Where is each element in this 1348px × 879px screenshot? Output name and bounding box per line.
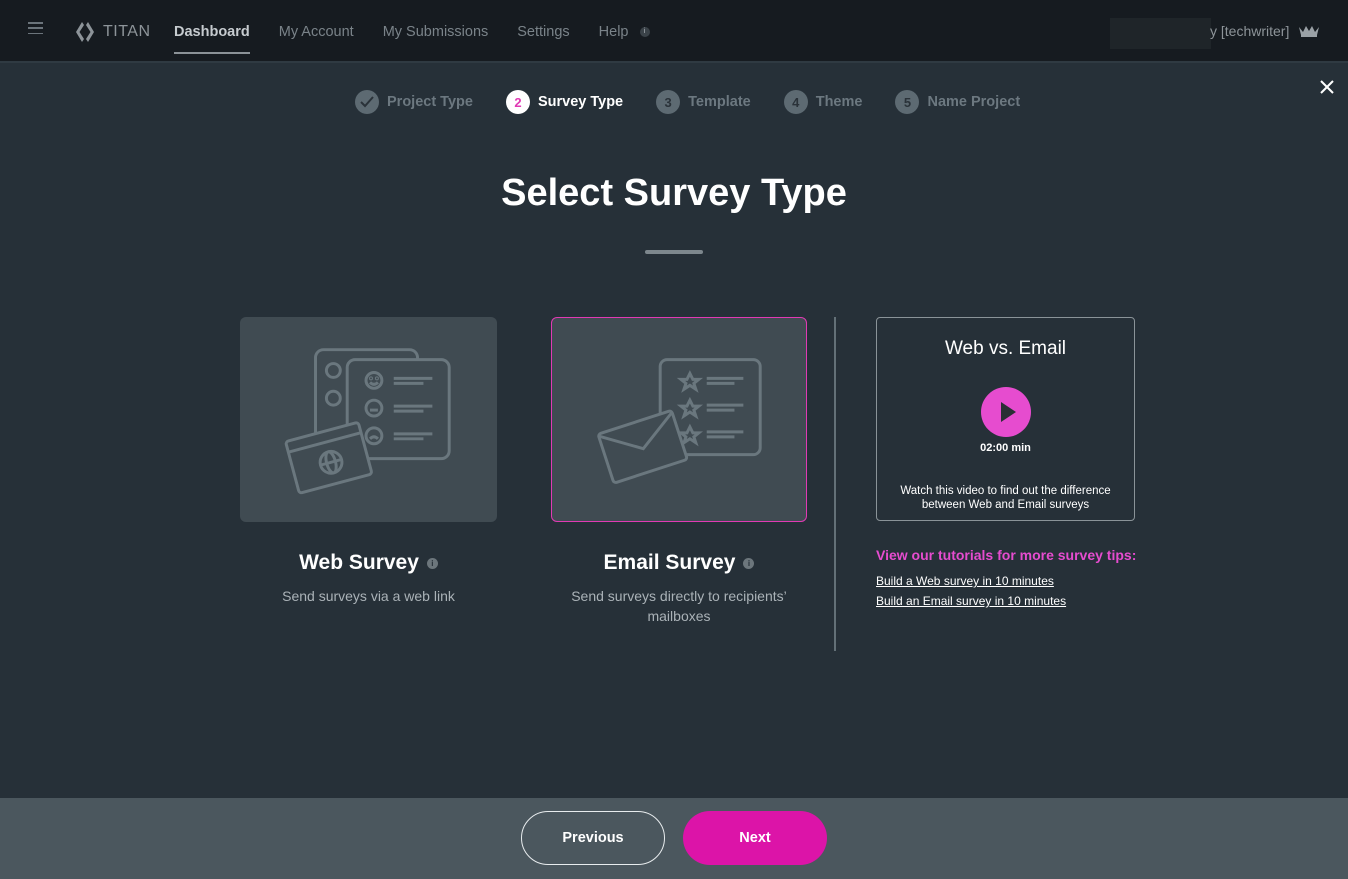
nav-dashboard-label: Dashboard [174,23,250,40]
nav-help[interactable]: Help i [599,0,650,63]
redacted-region [1110,18,1211,49]
play-icon[interactable] [981,387,1031,437]
step-template[interactable]: 3 Template [656,90,751,114]
titan-logo-icon [76,22,94,42]
step-name-project[interactable]: 5 Name Project [895,90,1020,114]
titan-logo[interactable]: TITAN [73,20,151,44]
title-divider [645,250,703,254]
info-icon[interactable]: i [743,557,755,569]
logo-text: TITAN [103,23,151,40]
wizard-footer: Previous Next [0,798,1348,879]
step-number: 5 [895,90,920,114]
email-survey-title: Email Survey i [551,551,807,575]
wizard-stepper: Project Type 2 Survey Type 3 Template 4 … [355,90,1053,114]
web-survey-title-text: Web Survey [299,551,419,574]
video-description: Watch this video to find out the differe… [900,485,1111,511]
top-navigation-bar: TITAN Dashboard My Account My Submission… [0,0,1348,63]
step-label: Survey Type [537,94,624,110]
step-number: 3 [656,90,681,114]
step-project-type[interactable]: Project Type [355,90,473,114]
step-number: 4 [783,90,808,114]
crown-icon[interactable] [1298,24,1320,37]
next-button[interactable]: Next [683,811,827,865]
email-survey-description: Send surveys directly to recipients’ mai… [571,588,787,624]
info-icon[interactable]: i [426,557,438,569]
nav-settings[interactable]: Settings [517,0,569,63]
nav-my-submissions-label: My Submissions [382,23,489,40]
web-survey-illustration-icon [284,348,451,495]
video-duration: 02:00 min [980,442,1031,454]
web-survey-description: Send surveys via a web link [282,588,455,604]
main-nav: Dashboard My Account My Submissions Sett… [174,0,650,63]
email-survey-illustration-icon [597,358,762,484]
video-card[interactable]: Web vs. Email 02:00 min Watch this video… [876,317,1135,521]
vertical-divider [834,317,836,651]
tutorials-heading: View our tutorials for more survey tips: [876,547,1137,563]
email-survey-title-text: Email Survey [603,551,736,574]
step-label: Template [688,94,751,110]
close-icon[interactable] [1318,78,1336,96]
nav-settings-label: Settings [517,23,570,40]
hamburger-menu-icon[interactable] [28,22,43,34]
nav-my-account[interactable]: My Account [279,0,354,63]
account-name[interactable]: y [techwriter] [1210,23,1289,39]
step-survey-type[interactable]: 2 Survey Type [505,90,624,114]
step-label: Theme [815,94,863,110]
step-label: Name Project [927,94,1021,110]
step-label: Project Type [387,94,473,110]
nav-help-label: Help [598,23,629,40]
nav-my-account-label: My Account [278,23,354,40]
web-survey-title: Web Survey i [240,551,497,575]
step-theme[interactable]: 4 Theme [783,90,863,114]
check-icon [355,90,379,114]
web-survey-card[interactable] [240,317,497,522]
previous-button[interactable]: Previous [521,811,665,865]
page-title: Select Survey Type [501,172,847,214]
nav-dashboard[interactable]: Dashboard [174,0,250,63]
info-icon[interactable]: i [639,26,650,37]
nav-my-submissions[interactable]: My Submissions [383,0,489,63]
step-number: 2 [505,90,530,114]
video-title: Web vs. Email [944,338,1067,359]
email-survey-card[interactable] [551,317,807,522]
tutorial-link-web[interactable]: Build a Web survey in 10 minutes [876,574,1054,588]
tutorial-link-email[interactable]: Build an Email survey in 10 minutes [876,594,1066,608]
